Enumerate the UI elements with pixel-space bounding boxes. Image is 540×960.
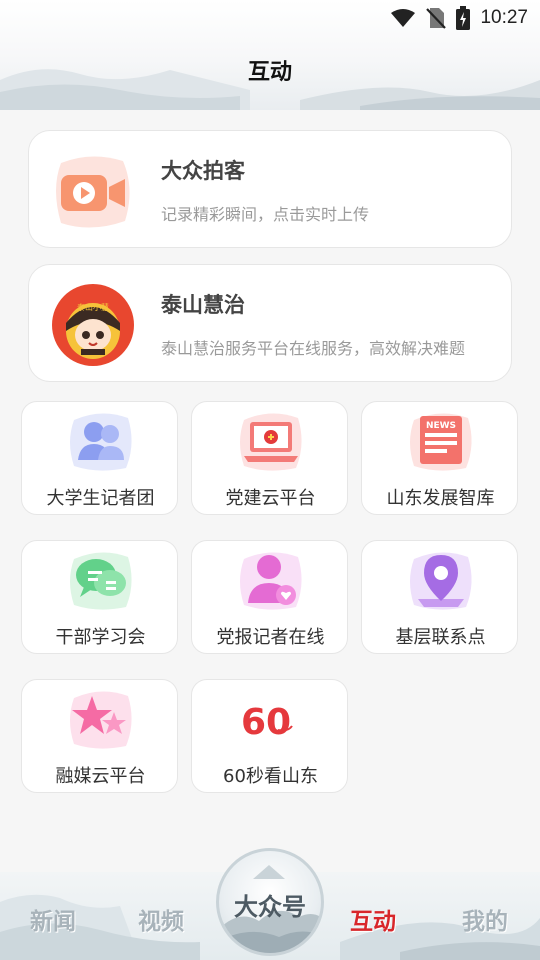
center-label: 大众号 xyxy=(234,893,306,921)
tile-grassroots-contact[interactable]: 基层联系点 xyxy=(361,540,518,654)
mascot-text: 泰山小慧 xyxy=(77,302,109,312)
video-camera-icon xyxy=(56,156,130,228)
laptop-party-icon xyxy=(240,413,302,471)
wifi-icon xyxy=(391,9,416,27)
tile-label: 基层联系点 xyxy=(395,627,486,648)
tile-60s-shandong[interactable]: 60 60秒看山东 xyxy=(191,679,348,793)
nav-interaction[interactable]: 互动 xyxy=(350,902,396,936)
tile-party-cloud[interactable]: 党建云平台 xyxy=(191,401,348,515)
center-dazhonghao-button[interactable]: 大众号 xyxy=(216,848,324,956)
tile-party-reporter-online[interactable]: 党报记者在线 xyxy=(191,540,348,654)
tile-label: 60秒看山东 xyxy=(223,766,318,787)
feature-name: 泰山慧治 xyxy=(161,293,245,317)
news-icon-text: NEWS xyxy=(426,421,456,431)
feature-card-taishan[interactable]: 泰山小慧 泰山慧治 泰山慧治服务平台在线服务，高效解决难题 xyxy=(28,264,512,382)
sixty-seconds-logo: 60 xyxy=(241,702,293,743)
tile-label: 大学生记者团 xyxy=(46,488,155,509)
tile-shandong-think-tank[interactable]: NEWS 山东发展智库 xyxy=(361,401,518,515)
page-title: 互动 xyxy=(247,60,292,85)
battery-charging-icon xyxy=(456,6,471,30)
status-bar: 10:27 xyxy=(390,4,528,32)
no-sim-icon xyxy=(426,8,447,29)
chat-bubbles-icon xyxy=(70,552,132,610)
mascot-avatar: 泰山小慧 xyxy=(52,284,134,366)
nav-news[interactable]: 新闻 xyxy=(30,902,76,936)
nav-video[interactable]: 视频 xyxy=(138,902,184,936)
tile-label: 融媒云平台 xyxy=(55,766,146,787)
tile-college-reporters[interactable]: 大学生记者团 xyxy=(21,401,178,515)
feature-desc: 泰山慧治服务平台在线服务，高效解决难题 xyxy=(161,339,466,358)
nav-mine[interactable]: 我的 xyxy=(462,902,508,936)
newspaper-icon: NEWS xyxy=(410,413,472,471)
interaction-content: 大众拍客 记录精彩瞬间，点击实时上传 泰山小慧 泰山慧治 泰山慧治服务平台在线服… xyxy=(0,110,540,870)
tile-label: 山东发展智库 xyxy=(386,488,495,509)
stars-icon xyxy=(70,691,132,749)
user-heart-icon xyxy=(240,552,302,610)
tile-label: 干部学习会 xyxy=(55,627,146,648)
feature-desc: 记录精彩瞬间，点击实时上传 xyxy=(161,205,370,224)
tile-label: 党报记者在线 xyxy=(216,627,325,648)
feature-card-pai-ke[interactable]: 大众拍客 记录精彩瞬间，点击实时上传 xyxy=(28,130,512,248)
tile-label: 党建云平台 xyxy=(225,488,316,509)
tile-media-cloud[interactable]: 融媒云平台 xyxy=(21,679,178,793)
sixty-logo-text: 60 xyxy=(241,702,291,743)
top-header: 10:27 互动 xyxy=(0,0,540,110)
feature-name: 大众拍客 xyxy=(161,159,245,183)
status-time: 10:27 xyxy=(480,7,528,28)
group-users-icon xyxy=(70,413,132,471)
tile-cadre-study[interactable]: 干部学习会 xyxy=(21,540,178,654)
location-pin-icon xyxy=(410,552,472,610)
